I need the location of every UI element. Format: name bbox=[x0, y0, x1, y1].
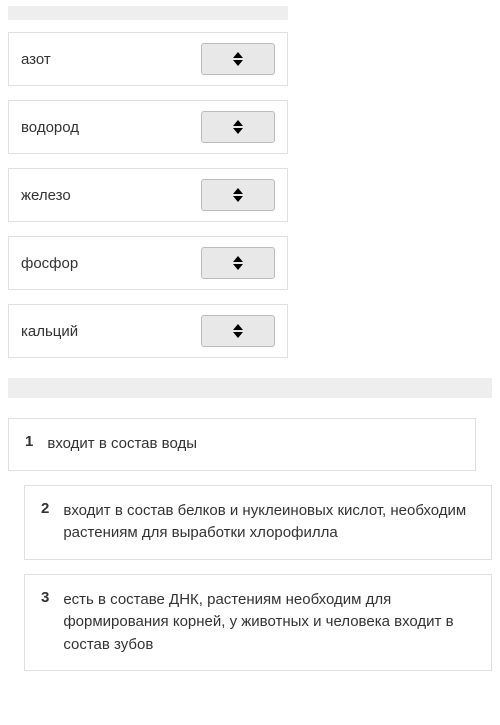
match-row: железо bbox=[8, 168, 288, 222]
answer-number: 3 bbox=[41, 589, 49, 606]
select-dropdown[interactable] bbox=[201, 247, 275, 279]
select-dropdown[interactable] bbox=[201, 315, 275, 347]
sort-arrows-icon bbox=[233, 120, 243, 134]
sort-arrows-icon bbox=[233, 324, 243, 338]
select-dropdown[interactable] bbox=[201, 111, 275, 143]
match-label: фосфор bbox=[21, 255, 201, 272]
match-label: водород bbox=[21, 119, 201, 136]
match-label: кальций bbox=[21, 323, 201, 340]
match-row: водород bbox=[8, 100, 288, 154]
section-divider bbox=[8, 378, 492, 398]
match-row: азот bbox=[8, 32, 288, 86]
match-label: азот bbox=[21, 51, 201, 68]
match-row: фосфор bbox=[8, 236, 288, 290]
answers-list: 1 входит в состав воды 2 входит в состав… bbox=[0, 418, 500, 671]
answer-text: есть в составе ДНК, растениям необходим … bbox=[63, 589, 475, 657]
answer-item: 3 есть в составе ДНК, растениям необходи… bbox=[24, 574, 492, 672]
header-divider bbox=[8, 6, 288, 20]
answer-item: 1 входит в состав воды bbox=[8, 418, 476, 471]
answer-text: входит в состав белков и нуклеиновых кис… bbox=[63, 500, 475, 545]
match-label: железо bbox=[21, 187, 201, 204]
sort-arrows-icon bbox=[233, 256, 243, 270]
answer-text: входит в состав воды bbox=[47, 433, 197, 456]
select-dropdown[interactable] bbox=[201, 179, 275, 211]
sort-arrows-icon bbox=[233, 188, 243, 202]
select-dropdown[interactable] bbox=[201, 43, 275, 75]
match-row: кальций bbox=[8, 304, 288, 358]
match-list: азот водород железо фосфор bbox=[0, 32, 296, 358]
answer-item: 2 входит в состав белков и нуклеиновых к… bbox=[24, 485, 492, 560]
answer-number: 2 bbox=[41, 500, 49, 517]
sort-arrows-icon bbox=[233, 52, 243, 66]
answer-number: 1 bbox=[25, 433, 33, 450]
